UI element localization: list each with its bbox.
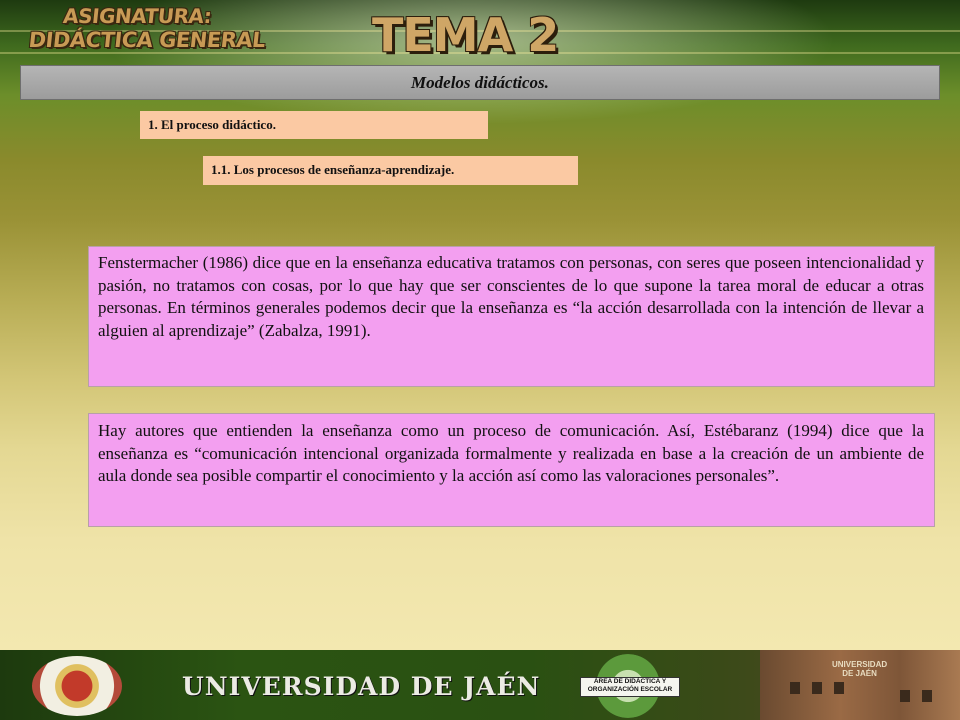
building-window [900, 690, 910, 702]
subject-title: ASIGNATURA: DIDÁCTICA GENERAL [27, 4, 268, 52]
paragraph-text: Hay autores que entienden la enseñanza c… [98, 421, 924, 485]
department-label-line1: ÁREA DE DIDÁCTICA Y [593, 678, 667, 685]
subject-title-line1: ASIGNATURA: [62, 4, 213, 28]
text-box-estebaranz: Hay autores que entienden la enseñanza c… [88, 413, 935, 527]
building-sign-line2: DE JAÉN [842, 669, 877, 678]
slide-heading: Modelos didácticos. [20, 65, 940, 100]
building-window [922, 690, 932, 702]
building-sign: UNIVERSIDAD DE JAÉN [832, 660, 887, 678]
university-name: UNIVERSIDAD DE JAÉN [182, 672, 541, 701]
department-label: ÁREA DE DIDÁCTICA Y ORGANIZACIÓN ESCOLAR [580, 677, 680, 697]
paragraph-text: Fenstermacher (1986) dice que en la ense… [98, 253, 924, 340]
section-heading: 1. El proceso didáctico. [140, 111, 488, 139]
building-sign-line1: UNIVERSIDAD [832, 660, 888, 669]
building-window [812, 682, 822, 694]
building-window [834, 682, 844, 694]
text-box-fenstermacher: Fenstermacher (1986) dice que en la ense… [88, 246, 935, 387]
subject-title-line2: DIDÁCTICA GENERAL [27, 28, 267, 52]
building-window [790, 682, 800, 694]
department-label-line2: ORGANIZACIÓN ESCOLAR [587, 686, 673, 693]
topic-title: TEMA 2 [372, 8, 559, 62]
subsection-heading: 1.1. Los procesos de enseñanza-aprendiza… [203, 156, 578, 185]
university-seal-icon [32, 656, 122, 716]
